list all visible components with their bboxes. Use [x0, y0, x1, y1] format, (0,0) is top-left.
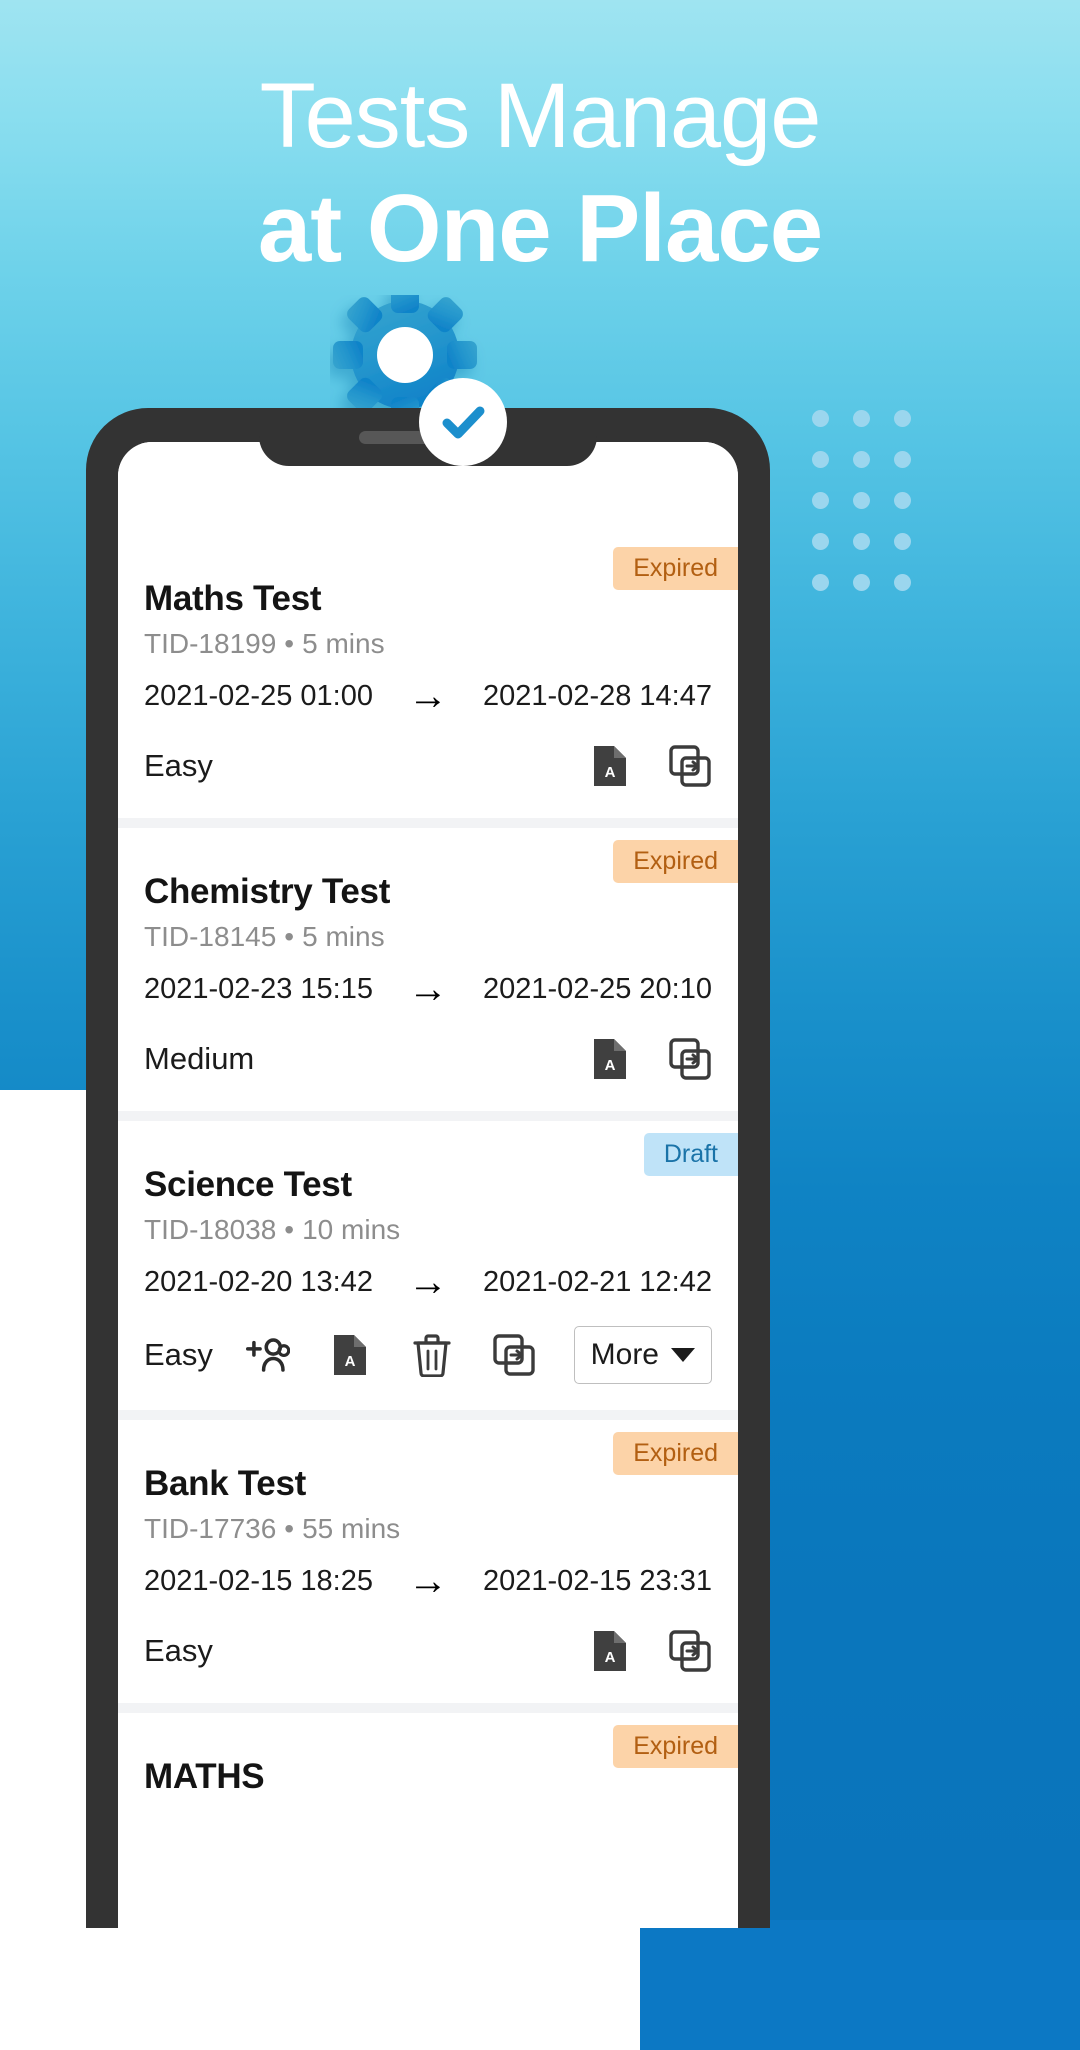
dot	[853, 574, 870, 591]
arrow-right-icon: →	[408, 1559, 448, 1603]
test-card-4[interactable]: Expired Bank Test TID-17736 • 55 mins 2021…	[118, 1420, 738, 1713]
duplicate-icon[interactable]	[668, 1629, 712, 1673]
duplicate-icon[interactable]	[492, 1333, 536, 1377]
test-duration: 10 mins	[302, 1214, 401, 1245]
svg-text:A: A	[605, 1649, 616, 1666]
test-start-date: 2021-02-25 01:00	[144, 679, 373, 712]
dot	[812, 574, 829, 591]
headline-line-2: at One Place	[257, 175, 823, 282]
test-card-footer: Easy A More	[144, 1326, 712, 1384]
dot	[894, 492, 911, 509]
dot	[853, 492, 870, 509]
test-card-5[interactable]: Expired MATHS • →	[118, 1713, 738, 1928]
pdf-icon[interactable]: A	[588, 744, 632, 788]
test-difficulty: Easy	[144, 748, 213, 783]
svg-text:A: A	[605, 1057, 616, 1074]
meta-separator: •	[284, 628, 295, 659]
more-label: More	[590, 1338, 659, 1371]
svg-text:A: A	[344, 1353, 355, 1370]
pdf-icon[interactable]: A	[588, 1629, 632, 1673]
status-badge: Expired	[613, 1432, 738, 1475]
dot	[894, 451, 911, 468]
dot	[853, 533, 870, 550]
test-difficulty: Medium	[144, 1041, 255, 1076]
arrow-right-icon: →	[408, 1260, 448, 1304]
dot	[894, 574, 911, 591]
test-meta: TID-18038 • 10 mins	[144, 1214, 712, 1246]
duplicate-icon[interactable]	[668, 744, 712, 788]
test-card-3[interactable]: Draft Science Test TID-18038 • 10 mins 202…	[118, 1121, 738, 1420]
test-id: TID-18145	[144, 921, 277, 952]
pdf-icon[interactable]: A	[588, 1037, 632, 1081]
test-date-range: 2021-02-25 01:00 → 2021-02-28 14:47	[144, 676, 712, 716]
dot	[812, 533, 829, 550]
test-card-footer: Easy A	[144, 740, 712, 792]
dot	[812, 451, 829, 468]
test-card-1[interactable]: Expired Maths Test TID-18199 • 5 mins 2021…	[118, 535, 738, 828]
meta-separator: •	[284, 921, 295, 952]
test-card-footer: Medium A	[144, 1033, 712, 1085]
test-actions: A More	[245, 1326, 712, 1384]
status-badge: Expired	[613, 1725, 738, 1768]
test-actions: A	[588, 744, 712, 788]
test-duration: 55 mins	[302, 1513, 401, 1544]
test-end-date: 2021-02-21 12:42	[483, 1265, 712, 1298]
test-difficulty: Easy	[144, 1337, 213, 1372]
test-end-date: 2021-02-28 14:47	[483, 679, 712, 712]
svg-text:A: A	[605, 764, 616, 781]
test-start-date: 2021-02-23 15:15	[144, 972, 373, 1005]
test-meta: TID-18145 • 5 mins	[144, 921, 712, 953]
test-start-date: 2021-02-20 13:42	[144, 1265, 373, 1298]
arrow-right-icon: →	[408, 674, 448, 718]
chevron-down-icon	[671, 1348, 695, 1362]
dot	[894, 533, 911, 550]
add-people-icon[interactable]	[245, 1333, 290, 1377]
dot	[853, 451, 870, 468]
test-end-date: 2021-02-15 23:31	[483, 1564, 712, 1597]
test-card-footer: Easy A	[144, 1625, 712, 1677]
test-date-range: 2021-02-15 18:25 → 2021-02-15 23:31	[144, 1561, 712, 1601]
test-actions: A	[588, 1037, 712, 1081]
dot	[812, 410, 829, 427]
test-end-date: 2021-02-25 20:10	[483, 972, 712, 1005]
more-dropdown-button[interactable]: More	[573, 1326, 712, 1384]
status-badge: Draft	[643, 1133, 738, 1176]
test-date-range: 2021-02-20 13:42 → 2021-02-21 12:42	[144, 1262, 712, 1302]
test-duration: 5 mins	[302, 921, 385, 952]
delete-icon[interactable]	[410, 1333, 454, 1377]
test-list[interactable]: Expired Maths Test TID-18199 • 5 mins 2021…	[118, 442, 738, 1928]
dot	[812, 492, 829, 509]
check-circle-icon	[419, 378, 507, 466]
phone-mockup: Expired Maths Test TID-18199 • 5 mins 2021…	[86, 408, 770, 1928]
test-meta: TID-18199 • 5 mins	[144, 628, 712, 660]
test-difficulty: Easy	[144, 1633, 213, 1668]
headline: Tests Manage at One Place	[0, 62, 1080, 284]
dot	[853, 410, 870, 427]
pdf-icon[interactable]: A	[328, 1333, 372, 1377]
test-id: TID-17736	[144, 1513, 277, 1544]
headline-line-1: Tests Manage	[259, 65, 822, 167]
status-badge: Expired	[613, 547, 738, 590]
meta-separator: •	[284, 1513, 295, 1544]
test-card-2[interactable]: Expired Chemistry Test TID-18145 • 5 mins …	[118, 828, 738, 1121]
arrow-right-icon: →	[408, 967, 448, 1011]
status-badge: Expired	[613, 840, 738, 883]
test-date-range: 2021-02-23 15:15 → 2021-02-25 20:10	[144, 969, 712, 1009]
decorative-dot-grid	[812, 398, 935, 603]
test-title: Science Test	[144, 1165, 352, 1204]
dot	[894, 410, 911, 427]
test-id: TID-18038	[144, 1214, 277, 1245]
test-duration: 5 mins	[302, 628, 385, 659]
test-start-date: 2021-02-15 18:25	[144, 1564, 373, 1597]
test-id: TID-18199	[144, 628, 277, 659]
meta-separator: •	[284, 1214, 295, 1245]
test-actions: A	[588, 1629, 712, 1673]
duplicate-icon[interactable]	[668, 1037, 712, 1081]
phone-screen: Expired Maths Test TID-18199 • 5 mins 2021…	[118, 442, 738, 1928]
test-meta: TID-17736 • 55 mins	[144, 1513, 712, 1545]
